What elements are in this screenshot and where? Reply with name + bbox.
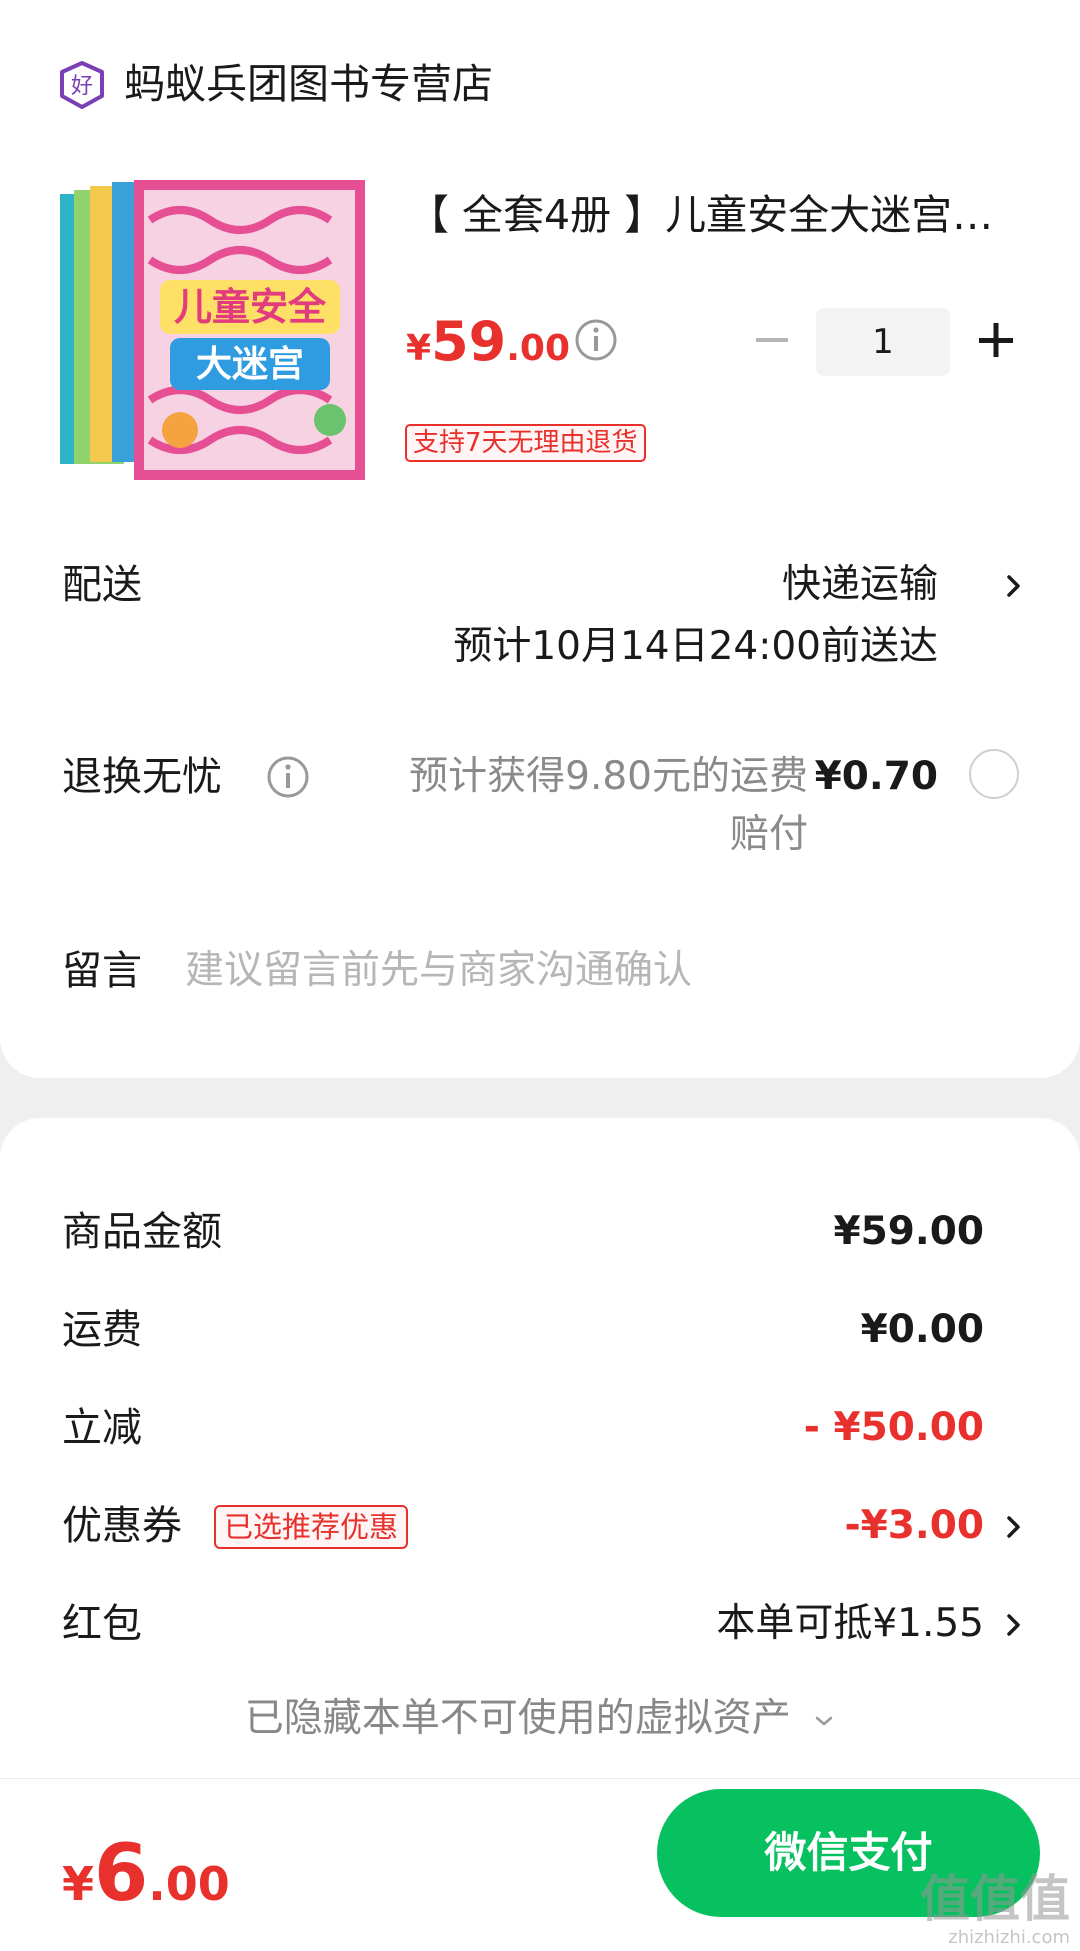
price-info-icon[interactable]: [574, 318, 618, 362]
discount-label: 立减: [62, 1405, 142, 1451]
total-integer: 6: [94, 1829, 149, 1919]
discount-value: - ¥50.00: [803, 1405, 984, 1450]
quantity-minus-button[interactable]: [750, 318, 794, 362]
return-insurance-price: ¥0.70: [814, 754, 938, 799]
coupon-value[interactable]: -¥3.00: [844, 1499, 984, 1553]
price-integer: 59: [431, 310, 507, 373]
price-currency: ¥: [406, 328, 432, 369]
chevron-down-icon: [815, 1716, 833, 1725]
svg-text:好: 好: [71, 74, 93, 99]
product-image[interactable]: 儿童安全 大迷宫: [60, 180, 365, 480]
delivery-method[interactable]: 快递运输: [782, 558, 938, 612]
quantity-field[interactable]: 1: [816, 308, 950, 376]
chevron-right-icon[interactable]: [1004, 1513, 1024, 1541]
return-policy-badge: 支持7天无理由退货: [405, 424, 646, 462]
product-price: ¥59.00: [406, 310, 570, 373]
price-decimal: .00: [506, 328, 570, 369]
chevron-right-icon[interactable]: [1004, 572, 1024, 600]
hidden-assets-toggle[interactable]: 已隐藏本单不可使用的虚拟资产: [0, 1692, 1080, 1746]
total-price: ¥6.00: [62, 1829, 230, 1919]
watermark-url: zhizhizhi.com: [948, 1927, 1070, 1948]
total-currency: ¥: [62, 1857, 95, 1911]
return-insurance-label: 退换无忧: [62, 754, 222, 800]
total-decimal: .00: [148, 1857, 230, 1911]
svg-text:儿童安全: 儿童安全: [174, 285, 327, 329]
goods-amount-value: ¥59.00: [833, 1209, 985, 1254]
shipping-label: 运费: [62, 1307, 142, 1353]
redpacket-label: 红包: [62, 1601, 142, 1647]
site-watermark: 值值值 zhizhizhi.com: [920, 1871, 1070, 1949]
return-insurance-radio[interactable]: [969, 749, 1019, 799]
hidden-assets-text: 已隐藏本单不可使用的虚拟资产: [244, 1696, 791, 1741]
chevron-right-icon[interactable]: [1004, 1611, 1024, 1639]
message-input[interactable]: 建议留言前先与商家沟通确认: [185, 944, 692, 998]
coupon-badge[interactable]: 已选推荐优惠: [214, 1505, 409, 1549]
quantity-plus-button[interactable]: [974, 318, 1018, 362]
return-insurance-desc: 预计获得9.80元的运费: [409, 754, 808, 799]
message-label: 留言: [62, 948, 142, 994]
checkout-bar: ¥6.00 微信支付 值值值 zhizhizhi.com: [0, 1778, 1080, 1951]
coupon-label: 优惠券: [62, 1503, 182, 1549]
return-insurance-desc-cont: 赔付: [729, 812, 808, 857]
order-card: 好 蚂蚁兵团图书专营店 儿童安全 大迷宫 【 全套4册 】儿童安全大迷宫… ¥5…: [0, 0, 1080, 1078]
product-title[interactable]: 【 全套4册 】儿童安全大迷宫…: [408, 188, 1008, 242]
return-insurance-info-icon[interactable]: [266, 755, 310, 799]
store-badge-icon: 好: [60, 61, 104, 109]
watermark-logo: 值值值: [920, 1870, 1070, 1928]
delivery-eta: 预计10月14日24:00前送达: [453, 624, 938, 669]
shipping-value: ¥0.00: [860, 1307, 984, 1352]
delivery-label: 配送: [62, 562, 142, 608]
svg-text:大迷宫: 大迷宫: [196, 344, 304, 385]
redpacket-value[interactable]: 本单可抵¥1.55: [716, 1597, 984, 1651]
goods-amount-label: 商品金额: [62, 1209, 222, 1255]
store-name[interactable]: 蚂蚁兵团图书专营店: [124, 56, 493, 112]
